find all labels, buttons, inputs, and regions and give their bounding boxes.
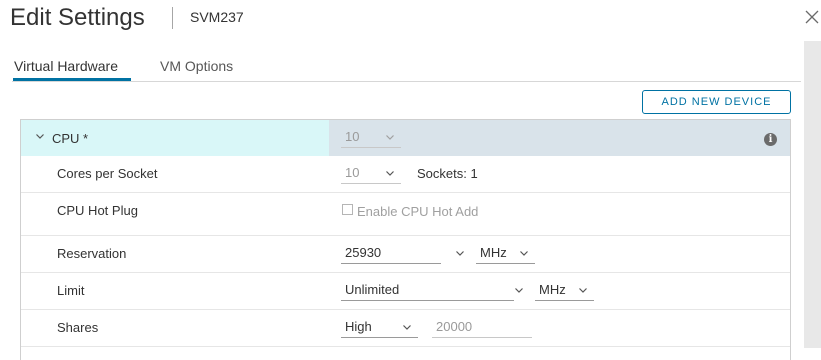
reservation-input[interactable]: 25930 bbox=[341, 244, 441, 264]
chevron-down-icon[interactable] bbox=[514, 285, 524, 295]
row-divider bbox=[21, 309, 790, 310]
row-divider bbox=[21, 192, 790, 193]
close-icon[interactable] bbox=[804, 9, 820, 25]
chevron-down-icon bbox=[403, 325, 411, 330]
row-divider bbox=[21, 346, 790, 347]
chevron-down-icon[interactable] bbox=[455, 248, 465, 258]
cpu-count-value: 10 bbox=[345, 129, 360, 144]
cores-per-socket-value: 10 bbox=[345, 165, 360, 180]
hardware-table: CPU * 10 i Cores per Socket 10 Sockets: … bbox=[20, 119, 791, 360]
vm-name: SVM237 bbox=[190, 9, 244, 25]
limit-value: Unlimited bbox=[345, 282, 400, 297]
enable-cpu-hot-add-label: Enable CPU Hot Add bbox=[357, 204, 479, 219]
cores-per-socket-label: Cores per Socket bbox=[57, 166, 158, 181]
reservation-unit-select[interactable]: MHz bbox=[476, 244, 535, 264]
chevron-down-icon bbox=[579, 288, 587, 293]
tab-virtual-hardware[interactable]: Virtual Hardware bbox=[14, 58, 118, 74]
row-divider bbox=[21, 235, 790, 236]
reservation-label: Reservation bbox=[57, 246, 127, 261]
sockets-count: Sockets: 1 bbox=[417, 166, 478, 181]
tab-divider bbox=[12, 81, 801, 82]
limit-input[interactable]: Unlimited bbox=[341, 281, 514, 301]
limit-unit-value: MHz bbox=[539, 282, 566, 297]
chevron-down-icon bbox=[386, 171, 394, 176]
title-divider bbox=[172, 7, 173, 29]
shares-value: High bbox=[345, 319, 372, 334]
cores-per-socket-select: 10 bbox=[341, 164, 401, 184]
scrollbar[interactable] bbox=[804, 41, 821, 348]
tab-vm-options[interactable]: VM Options bbox=[160, 58, 233, 74]
reservation-unit-value: MHz bbox=[480, 245, 507, 260]
chevron-down-icon bbox=[520, 251, 528, 256]
cpu-label: CPU * bbox=[52, 131, 89, 146]
info-icon[interactable]: i bbox=[764, 133, 777, 146]
enable-cpu-hot-add-checkbox bbox=[342, 204, 353, 215]
shares-select[interactable]: High bbox=[341, 318, 418, 338]
shares-amount-value: 20000 bbox=[436, 319, 473, 334]
reservation-value: 25930 bbox=[345, 245, 382, 260]
chevron-down-icon[interactable] bbox=[35, 131, 45, 141]
chevron-down-icon bbox=[386, 135, 394, 140]
cpu-hot-plug-label: CPU Hot Plug bbox=[57, 203, 138, 218]
add-new-device-button[interactable]: ADD NEW DEVICE bbox=[642, 90, 791, 114]
limit-label: Limit bbox=[57, 283, 85, 298]
shares-label: Shares bbox=[57, 320, 99, 335]
shares-amount-input: 20000 bbox=[432, 318, 532, 338]
cpu-count-select: 10 bbox=[341, 128, 401, 148]
row-divider bbox=[21, 272, 790, 273]
limit-unit-select[interactable]: MHz bbox=[535, 281, 594, 301]
dialog-title: Edit Settings bbox=[10, 4, 145, 31]
